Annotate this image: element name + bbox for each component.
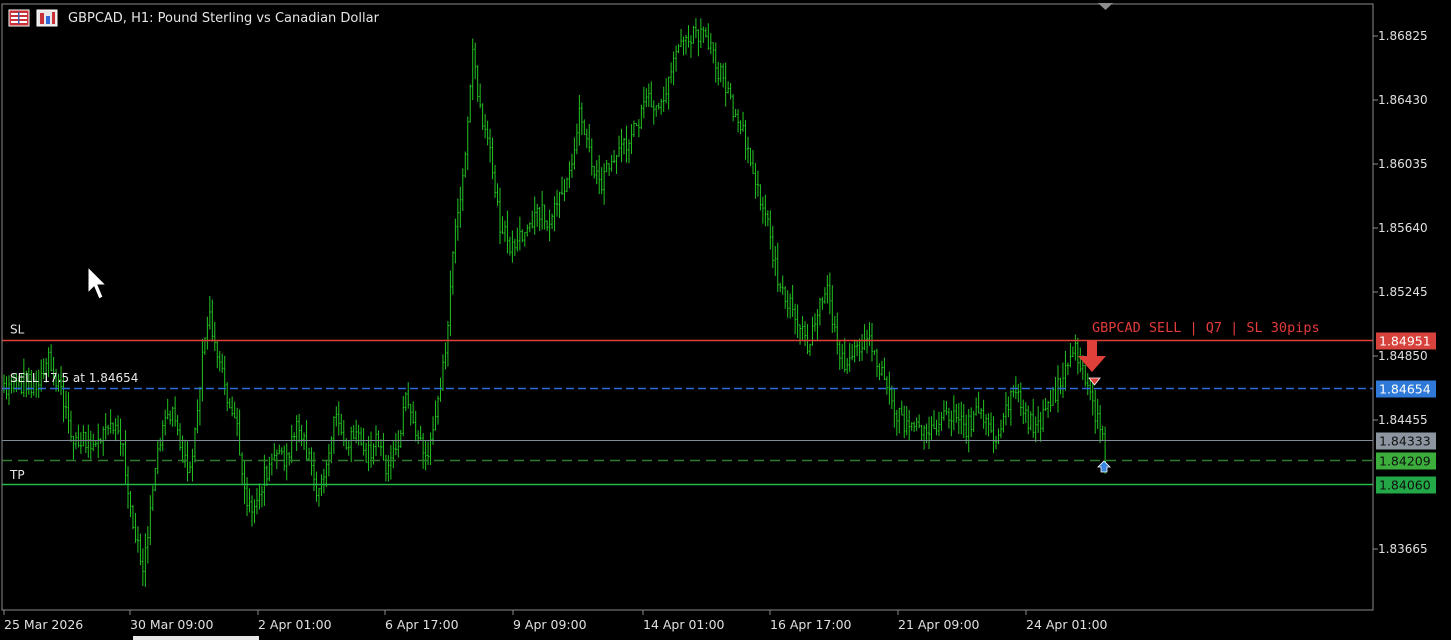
take-profit-price-label: 1.84060 <box>1379 478 1431 493</box>
entry-line-label: SELL 17.5 at 1.84654 <box>10 371 138 385</box>
y-tick-label: 1.84850 <box>1378 349 1428 363</box>
bid-price-label: 1.84333 <box>1379 434 1431 449</box>
plot-frame <box>1 3 1374 611</box>
x-tick-label: 16 Apr 17:00 <box>770 617 852 632</box>
sell-arrow-icon <box>1078 341 1106 372</box>
y-tick-label: 1.84455 <box>1378 413 1428 427</box>
x-tick-label: 9 Apr 09:00 <box>513 617 587 632</box>
x-tick-label: 24 Apr 01:00 <box>1026 617 1108 632</box>
buy-marker-icon <box>1097 460 1111 473</box>
x-tick-label: 25 Mar 2026 <box>4 617 83 632</box>
x-tick-label: 14 Apr 01:00 <box>643 617 725 632</box>
sl-line-label: SL <box>10 323 25 337</box>
tp-line-label: TP <box>9 468 25 482</box>
ask-price-label: 1.84209 <box>1379 454 1431 469</box>
y-tick-label: 1.85640 <box>1378 221 1428 235</box>
price-chart[interactable]: 1.84951 1.84654 1.84333 1.84209 1.84060 1.86… <box>0 0 1451 640</box>
candle-series <box>3 18 1107 587</box>
x-tick-label: 30 Mar 09:00 <box>130 617 214 632</box>
x-tick-label: 2 Apr 01:00 <box>258 617 332 632</box>
y-tick-label: 1.83665 <box>1378 542 1428 556</box>
y-tick-label: 1.85245 <box>1378 285 1428 299</box>
stop-loss-price-label: 1.84951 <box>1379 334 1431 349</box>
signal-annotation: GBPCAD SELL | Q7 | SL 30pips <box>1092 320 1320 336</box>
mouse-cursor-icon <box>87 265 108 300</box>
time-scroll-marker[interactable] <box>133 636 259 640</box>
x-tick-label: 21 Apr 09:00 <box>898 617 980 632</box>
chart-shift-marker[interactable] <box>1098 3 1113 10</box>
y-tick-label: 1.86035 <box>1378 157 1428 171</box>
y-tick-label: 1.86430 <box>1378 93 1428 107</box>
x-tick-label: 6 Apr 17:00 <box>385 617 459 632</box>
entry-price-label: 1.84654 <box>1379 382 1431 397</box>
y-tick-label: 1.86825 <box>1378 29 1428 43</box>
